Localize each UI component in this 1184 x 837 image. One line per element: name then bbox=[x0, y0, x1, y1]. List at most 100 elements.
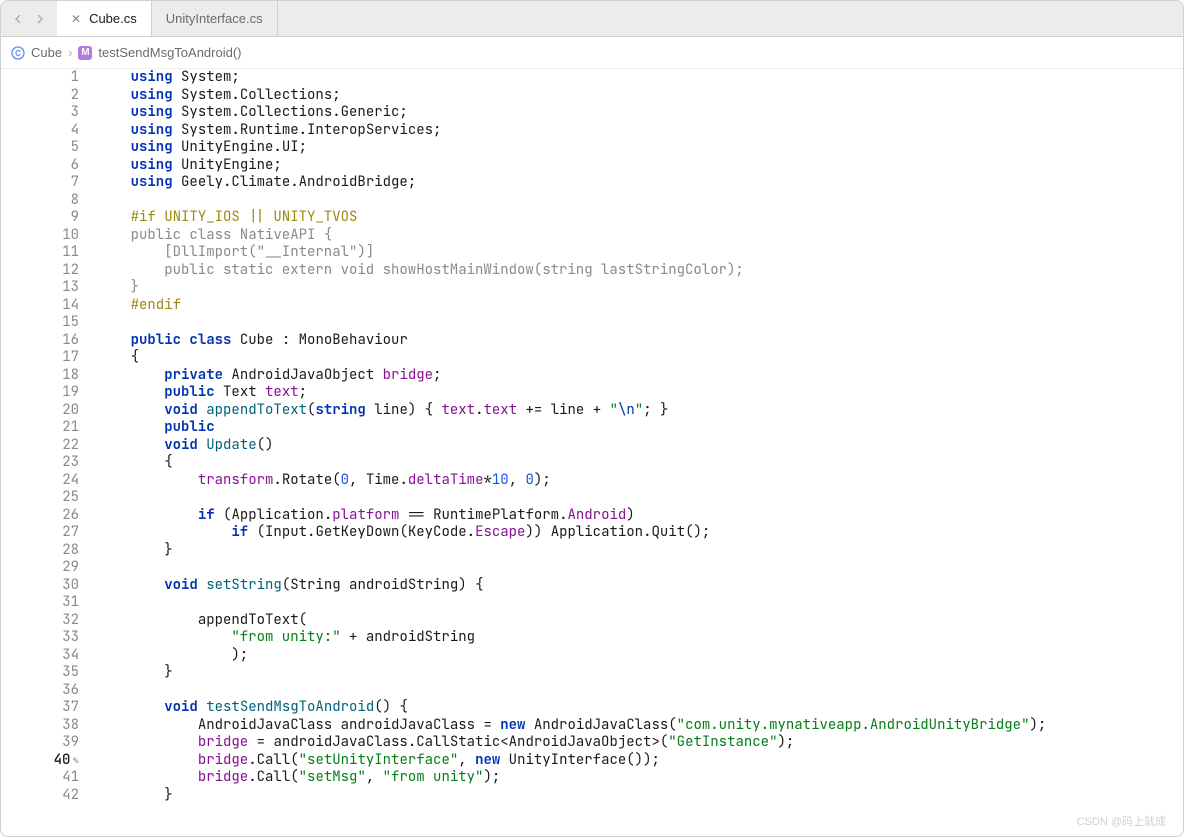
code-line[interactable] bbox=[97, 314, 1183, 332]
nav-back-icon[interactable] bbox=[7, 8, 29, 30]
line-number[interactable]: 21 bbox=[1, 419, 79, 437]
code-line[interactable]: ); bbox=[97, 647, 1183, 665]
line-number[interactable]: 18 bbox=[1, 367, 79, 385]
code-line[interactable] bbox=[97, 682, 1183, 700]
code-line[interactable]: void testSendMsgToAndroid() { bbox=[97, 699, 1183, 717]
code-line[interactable]: using UnityEngine.UI; bbox=[97, 139, 1183, 157]
line-number[interactable]: 37 bbox=[1, 699, 79, 717]
code-line[interactable]: } bbox=[97, 279, 1183, 297]
code-line[interactable]: } bbox=[97, 664, 1183, 682]
code-line[interactable] bbox=[97, 192, 1183, 210]
code-line[interactable] bbox=[97, 489, 1183, 507]
tab-label: UnityInterface.cs bbox=[166, 11, 263, 26]
line-number[interactable]: 32 bbox=[1, 612, 79, 630]
line-number[interactable]: 15 bbox=[1, 314, 79, 332]
line-number[interactable]: 3 bbox=[1, 104, 79, 122]
code-line[interactable]: using System.Collections; bbox=[97, 87, 1183, 105]
line-number[interactable]: 28 bbox=[1, 542, 79, 560]
code-line[interactable]: private AndroidJavaObject bridge; bbox=[97, 367, 1183, 385]
code-line[interactable]: void Update() bbox=[97, 437, 1183, 455]
code-line[interactable]: } bbox=[97, 542, 1183, 560]
line-number[interactable]: 17 bbox=[1, 349, 79, 367]
code-line[interactable]: public class NativeAPI { bbox=[97, 227, 1183, 245]
code-line[interactable]: public Text text; bbox=[97, 384, 1183, 402]
tab-bar: ✕ Cube.cs UnityInterface.cs bbox=[1, 1, 1183, 37]
code-line[interactable]: AndroidJavaClass androidJavaClass = new … bbox=[97, 717, 1183, 735]
line-number[interactable]: 9 bbox=[1, 209, 79, 227]
line-number[interactable]: 11 bbox=[1, 244, 79, 262]
code-line[interactable]: [DllImport("__Internal")] bbox=[97, 244, 1183, 262]
code-line[interactable]: #endif bbox=[97, 297, 1183, 315]
tab-unityinterface-cs[interactable]: UnityInterface.cs bbox=[152, 1, 278, 36]
line-number[interactable]: 33 bbox=[1, 629, 79, 647]
code-line[interactable]: "from unity:" + androidString bbox=[97, 629, 1183, 647]
line-number[interactable]: 16 bbox=[1, 332, 79, 350]
line-number[interactable]: 40✎ bbox=[1, 752, 79, 770]
code-line[interactable]: if (Application.platform == RuntimePlatf… bbox=[97, 507, 1183, 525]
csharp-class-icon: C bbox=[11, 46, 25, 60]
code-line[interactable]: if (Input.GetKeyDown(KeyCode.Escape)) Ap… bbox=[97, 524, 1183, 542]
code-line[interactable] bbox=[97, 559, 1183, 577]
bookmark-icon[interactable]: ✎ bbox=[72, 755, 79, 769]
line-number[interactable]: 36 bbox=[1, 682, 79, 700]
line-number[interactable]: 42 bbox=[1, 787, 79, 805]
line-number[interactable]: 7 bbox=[1, 174, 79, 192]
code-content[interactable]: using System; using System.Collections; … bbox=[93, 69, 1183, 836]
code-line[interactable]: bridge.Call("setUnityInterface", new Uni… bbox=[97, 752, 1183, 770]
code-line[interactable]: public static extern void showHostMainWi… bbox=[97, 262, 1183, 280]
code-area[interactable]: 1234567891011121314151617181920212223242… bbox=[1, 69, 1183, 836]
line-number[interactable]: 4 bbox=[1, 122, 79, 140]
line-number[interactable]: 5 bbox=[1, 139, 79, 157]
code-line[interactable]: using Geely.Climate.AndroidBridge; bbox=[97, 174, 1183, 192]
line-number[interactable]: 13 bbox=[1, 279, 79, 297]
breadcrumb-method[interactable]: testSendMsgToAndroid() bbox=[98, 45, 241, 60]
svg-text:C: C bbox=[15, 49, 21, 58]
code-line[interactable]: public bbox=[97, 419, 1183, 437]
code-line[interactable]: bridge = androidJavaClass.CallStatic<And… bbox=[97, 734, 1183, 752]
code-line[interactable]: } bbox=[97, 787, 1183, 805]
code-line[interactable]: bridge.Call("setMsg", "from unity"); bbox=[97, 769, 1183, 787]
code-line[interactable]: public class Cube : MonoBehaviour bbox=[97, 332, 1183, 350]
line-number[interactable]: 41 bbox=[1, 769, 79, 787]
code-line[interactable]: { bbox=[97, 454, 1183, 472]
code-line[interactable] bbox=[97, 594, 1183, 612]
code-line[interactable]: { bbox=[97, 349, 1183, 367]
code-line[interactable]: appendToText( bbox=[97, 612, 1183, 630]
code-line[interactable]: void appendToText(string line) { text.te… bbox=[97, 402, 1183, 420]
line-number[interactable]: 14 bbox=[1, 297, 79, 315]
line-number[interactable]: 12 bbox=[1, 262, 79, 280]
line-number[interactable]: 23 bbox=[1, 454, 79, 472]
line-number[interactable]: 39 bbox=[1, 734, 79, 752]
method-icon: M bbox=[78, 46, 92, 60]
code-line[interactable]: transform.Rotate(0, Time.deltaTime*10, 0… bbox=[97, 472, 1183, 490]
code-line[interactable]: #if UNITY_IOS || UNITY_TVOS bbox=[97, 209, 1183, 227]
line-number[interactable]: 22 bbox=[1, 437, 79, 455]
line-number[interactable]: 1 bbox=[1, 69, 79, 87]
line-number[interactable]: 8 bbox=[1, 192, 79, 210]
code-line[interactable]: using System.Collections.Generic; bbox=[97, 104, 1183, 122]
code-line[interactable]: void setString(String androidString) { bbox=[97, 577, 1183, 595]
line-number[interactable]: 29 bbox=[1, 559, 79, 577]
code-line[interactable]: using System; bbox=[97, 69, 1183, 87]
tab-cube-cs[interactable]: ✕ Cube.cs bbox=[57, 1, 152, 36]
tab-label: Cube.cs bbox=[89, 11, 137, 26]
nav-forward-icon[interactable] bbox=[29, 8, 51, 30]
line-number[interactable]: 30 bbox=[1, 577, 79, 595]
code-line[interactable]: using UnityEngine; bbox=[97, 157, 1183, 175]
line-number[interactable]: 35 bbox=[1, 664, 79, 682]
line-number[interactable]: 27 bbox=[1, 524, 79, 542]
breadcrumb-class[interactable]: Cube bbox=[31, 45, 62, 60]
line-number[interactable]: 19 bbox=[1, 384, 79, 402]
line-number[interactable]: 10 bbox=[1, 227, 79, 245]
code-line[interactable]: using System.Runtime.InteropServices; bbox=[97, 122, 1183, 140]
line-number[interactable]: 2 bbox=[1, 87, 79, 105]
line-number[interactable]: 24 bbox=[1, 472, 79, 490]
line-number[interactable]: 38 bbox=[1, 717, 79, 735]
line-number[interactable]: 26 bbox=[1, 507, 79, 525]
line-number[interactable]: 34 bbox=[1, 647, 79, 665]
line-number[interactable]: 31 bbox=[1, 594, 79, 612]
close-icon[interactable]: ✕ bbox=[71, 12, 81, 26]
line-number[interactable]: 25 bbox=[1, 489, 79, 507]
line-number[interactable]: 6 bbox=[1, 157, 79, 175]
line-number[interactable]: 20 bbox=[1, 402, 79, 420]
